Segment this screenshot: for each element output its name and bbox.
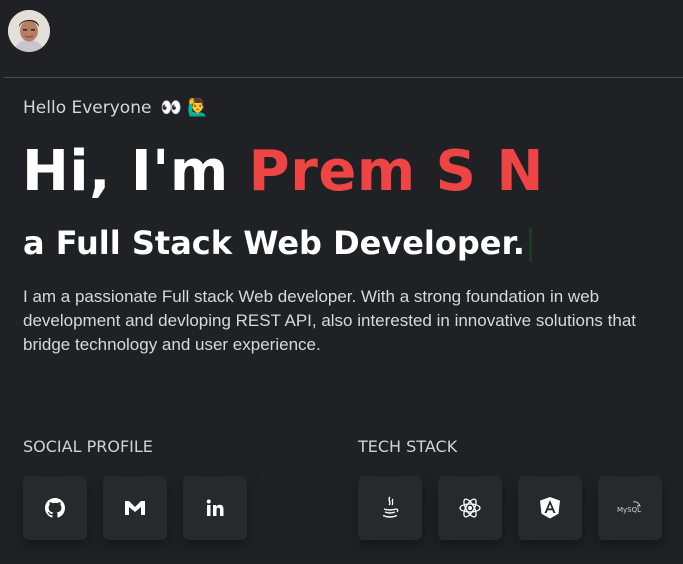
- gmail-link[interactable]: [103, 476, 167, 540]
- greeting-emoji: 👀 🙋‍♂️: [160, 98, 209, 118]
- avatar[interactable]: [8, 10, 50, 52]
- linkedin-icon: [206, 499, 224, 516]
- angular-icon: [540, 497, 560, 519]
- role-text: a Full Stack Web Developer.: [23, 224, 525, 262]
- social-profile-title: SOCIAL PROFILE: [23, 437, 153, 456]
- typing-cursor: [528, 228, 532, 262]
- intro-paragraph: I am a passionate Full stack Web develop…: [23, 287, 637, 354]
- mysql-label: MySQL: [617, 506, 641, 514]
- java-icon: [382, 496, 399, 518]
- top-bar: [0, 0, 683, 78]
- java-tile[interactable]: [358, 476, 422, 540]
- linkedin-link[interactable]: [183, 476, 247, 540]
- role-heading: a Full Stack Web Developer.: [23, 224, 532, 262]
- gmail-icon: [125, 501, 145, 515]
- headline-prefix: Hi, I'm: [22, 139, 249, 204]
- github-icon: [45, 498, 65, 518]
- mysql-icon: MySQL: [617, 501, 641, 514]
- greeting-text: Hello Everyone: [23, 98, 152, 118]
- angular-tile[interactable]: [518, 476, 582, 540]
- github-link[interactable]: [23, 476, 87, 540]
- react-tile[interactable]: [438, 476, 502, 540]
- mysql-tile[interactable]: MySQL: [598, 476, 662, 540]
- headline: Hi, I'm Prem S N: [22, 139, 544, 204]
- header-divider: [4, 77, 683, 78]
- profile-photo-icon: [8, 10, 50, 52]
- headline-name: Prem S N: [248, 139, 544, 204]
- greeting: Hello Everyone 👀 🙋‍♂️: [23, 98, 209, 118]
- tech-stack-title: TECH STACK: [358, 437, 458, 456]
- react-icon: [459, 498, 481, 518]
